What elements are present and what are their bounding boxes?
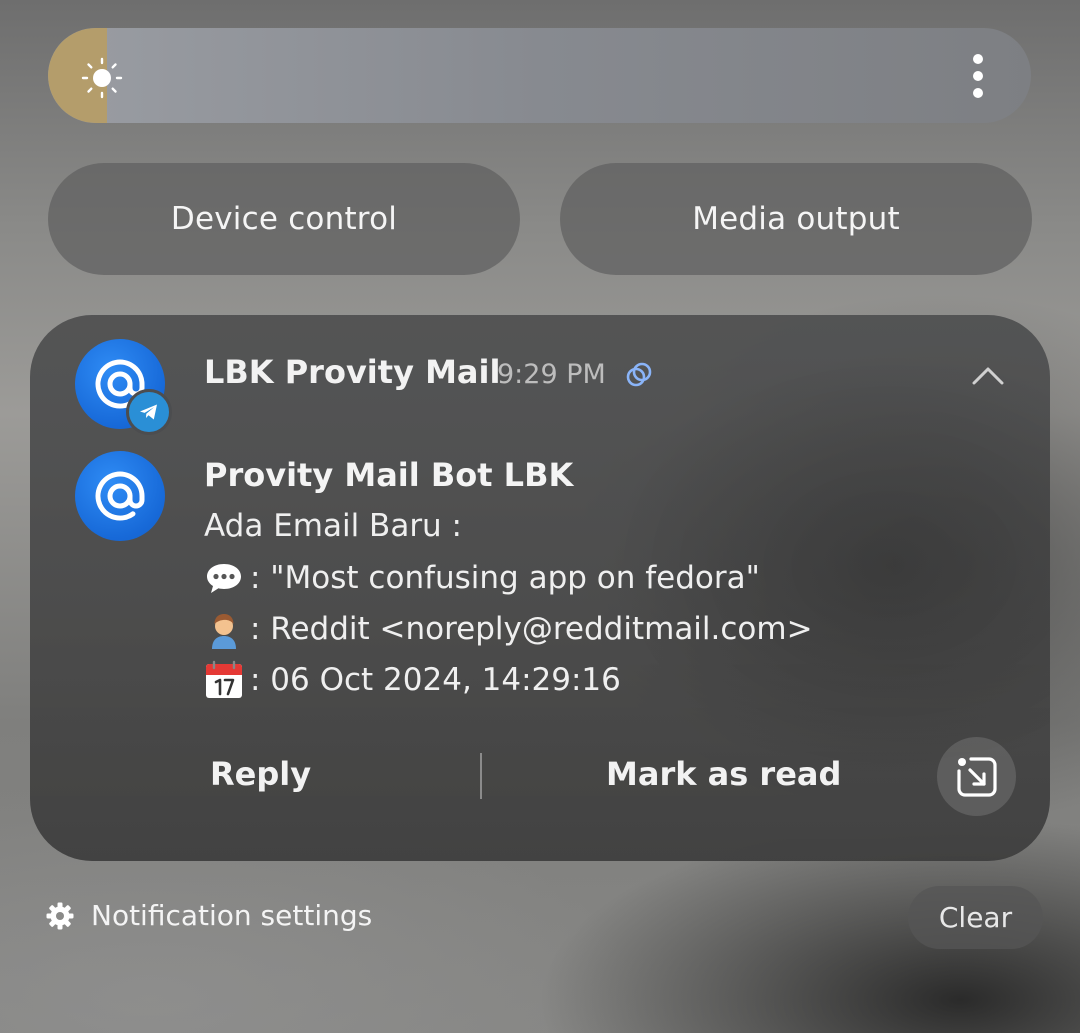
person-icon [212,614,236,649]
clear-button[interactable]: Clear [908,886,1043,949]
open-in-popup-icon [956,756,997,797]
telegram-icon [140,404,157,420]
notification-settings-link[interactable]: Notification settings [45,899,372,932]
mark-as-read-button[interactable]: Mark as read [606,755,841,793]
sun-icon [81,57,123,99]
device-control-label: Device control [170,201,398,237]
clear-label: Clear [938,901,1013,934]
open-in-popup-button[interactable] [937,737,1016,816]
media-output-button[interactable]: Media output [560,163,1032,275]
app-name: LBK Provity Mail [204,353,501,391]
more-vertical-icon[interactable] [960,52,996,102]
action-divider [480,753,482,799]
message-text: : 06 Oct 2024, 14:29:16 [250,662,621,698]
calendar-icon [206,660,242,698]
message-text: : "Most confusing app on fedora" [250,560,760,596]
sender-avatar [75,451,165,541]
notification-card[interactable]: LBK Provity Mail 9:29 PM Provity Mail Bo… [30,315,1050,861]
message-line: : Reddit <noreply@redditmail.com> [204,609,813,649]
sender-name: Provity Mail Bot LBK [204,456,574,494]
media-output-label: Media output [692,201,900,237]
notification-settings-label: Notification settings [91,899,373,932]
message-text: Ada Email Baru : [204,508,463,544]
device-control-button[interactable]: Device control [48,163,520,275]
linked-notification-icon [626,362,652,387]
message-line: : "Most confusing app on fedora" [204,558,760,598]
gear-icon [46,902,74,929]
notification-time: 9:29 PM [497,359,606,390]
telegram-badge [126,389,172,435]
message-line: Ada Email Baru : [204,508,462,544]
chevron-up-icon[interactable] [970,363,1006,387]
brightness-slider[interactable] [48,28,1031,123]
message-line: : 06 Oct 2024, 14:29:16 [204,660,621,700]
speech-bubble-icon [207,564,241,593]
message-text: : Reddit <noreply@redditmail.com> [250,611,813,647]
reply-button[interactable]: Reply [210,755,311,793]
at-sign-icon [95,471,145,521]
